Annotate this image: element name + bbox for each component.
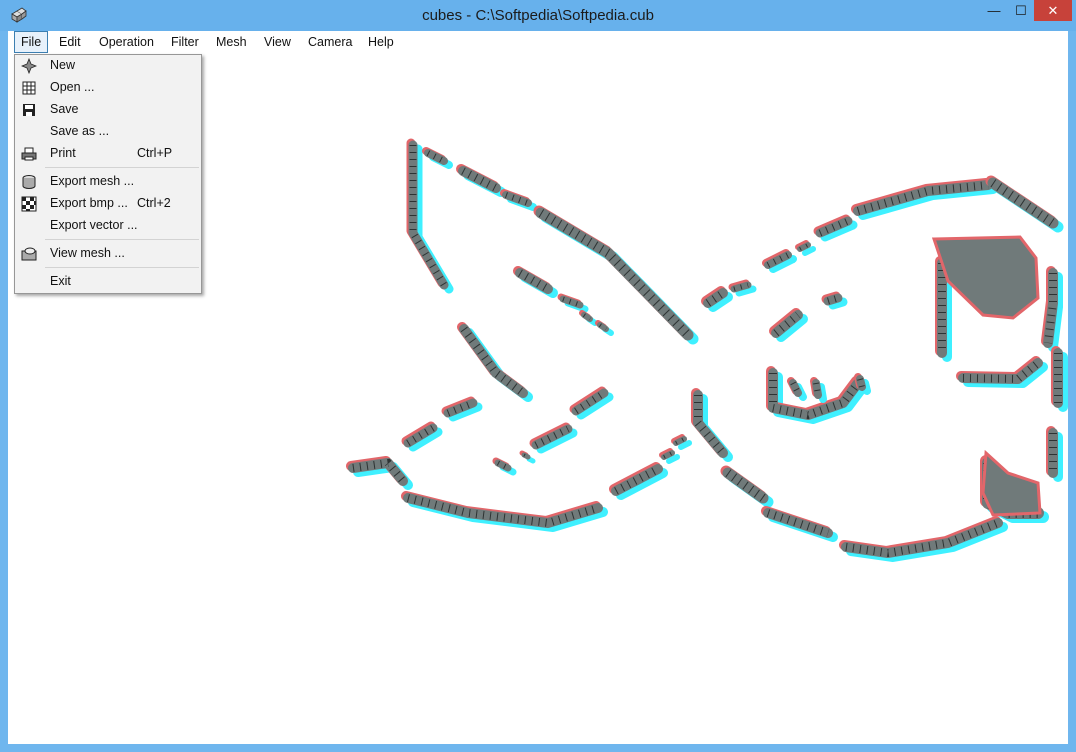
close-button[interactable]: ✕ (1034, 0, 1072, 21)
print-shortcut: Ctrl+P (137, 146, 173, 160)
export-bmp-icon (21, 196, 37, 212)
save-as-label: Save as ... (50, 124, 110, 138)
view-mesh-icon (21, 247, 37, 261)
cube-strip (494, 459, 512, 472)
menu-file[interactable]: File (14, 31, 49, 53)
menu-camera[interactable]: Camera (302, 31, 358, 53)
menu-item-export-mesh[interactable]: Export mesh ... (15, 171, 201, 192)
cube-block (981, 449, 1042, 517)
menu-separator (45, 167, 199, 168)
cube-strip (693, 390, 728, 458)
maximize-button[interactable]: ☐ (1008, 0, 1034, 21)
menu-separator (45, 239, 199, 240)
cube-strip (802, 246, 816, 256)
cube-strip (812, 379, 822, 399)
menu-separator (45, 267, 199, 268)
export-mesh-icon (22, 175, 36, 189)
cube-strip (526, 456, 536, 464)
export-mesh-label: Export mesh ... (50, 174, 135, 188)
menu-item-save[interactable]: Save (15, 99, 201, 120)
menu-item-open[interactable]: Open ... (15, 77, 201, 98)
save-icon (23, 104, 35, 116)
export-bmp-label: Export bmp ... (50, 196, 128, 210)
cube-strip (581, 312, 593, 322)
menu-view[interactable]: View (258, 31, 297, 53)
menu-operation[interactable]: Operation (93, 31, 160, 53)
print-icon (21, 147, 37, 161)
cube-strip (987, 177, 1059, 229)
file-menu-dropdown: New Open ... Save Save as ... Print Ctrl… (14, 54, 202, 294)
menu-item-export-bmp[interactable]: Export bmp ... Ctrl+2 (15, 193, 201, 214)
cube-strip (678, 440, 692, 450)
new-label: New (50, 58, 76, 72)
cube-strip (515, 268, 553, 294)
menu-item-save-as[interactable]: Save as ... (15, 121, 201, 142)
export-bmp-shortcut: Ctrl+2 (137, 196, 171, 210)
open-label: Open ... (50, 80, 95, 94)
view-mesh-label: View mesh ... (50, 246, 125, 260)
exit-label: Exit (50, 274, 71, 288)
cube-strip (823, 293, 843, 306)
menu-item-view-mesh[interactable]: View mesh ... (15, 243, 201, 264)
cube-strip (666, 454, 680, 464)
menu-item-export-vector[interactable]: Export vector ... (15, 215, 201, 236)
menu-item-print[interactable]: Print Ctrl+P (15, 143, 201, 164)
print-label: Print (50, 146, 76, 160)
cube-strip (597, 322, 609, 332)
app-window: cubes - C:\Softpedia\Softpedia.cub — ☐ ✕… (0, 0, 1076, 752)
menu-item-exit[interactable]: Exit (15, 271, 201, 292)
menu-bar: File Edit Operation Filter Mesh View Cam… (8, 31, 1068, 53)
menu-mesh[interactable]: Mesh (210, 31, 253, 53)
open-icon (22, 81, 36, 95)
menu-filter[interactable]: Filter (165, 31, 205, 53)
window-title: cubes - C:\Softpedia\Softpedia.cub (422, 7, 654, 24)
menu-item-new[interactable]: New (15, 55, 201, 76)
cube-strip (789, 379, 802, 397)
minimize-button[interactable]: — (980, 0, 1008, 21)
save-label: Save (50, 102, 79, 116)
title-bar[interactable]: cubes - C:\Softpedia\Softpedia.cub — ☐ ✕ (0, 0, 1076, 31)
export-vector-label: Export vector ... (50, 218, 138, 232)
menu-help[interactable]: Help (362, 31, 400, 53)
new-icon (21, 58, 37, 74)
menu-edit[interactable]: Edit (53, 31, 87, 53)
